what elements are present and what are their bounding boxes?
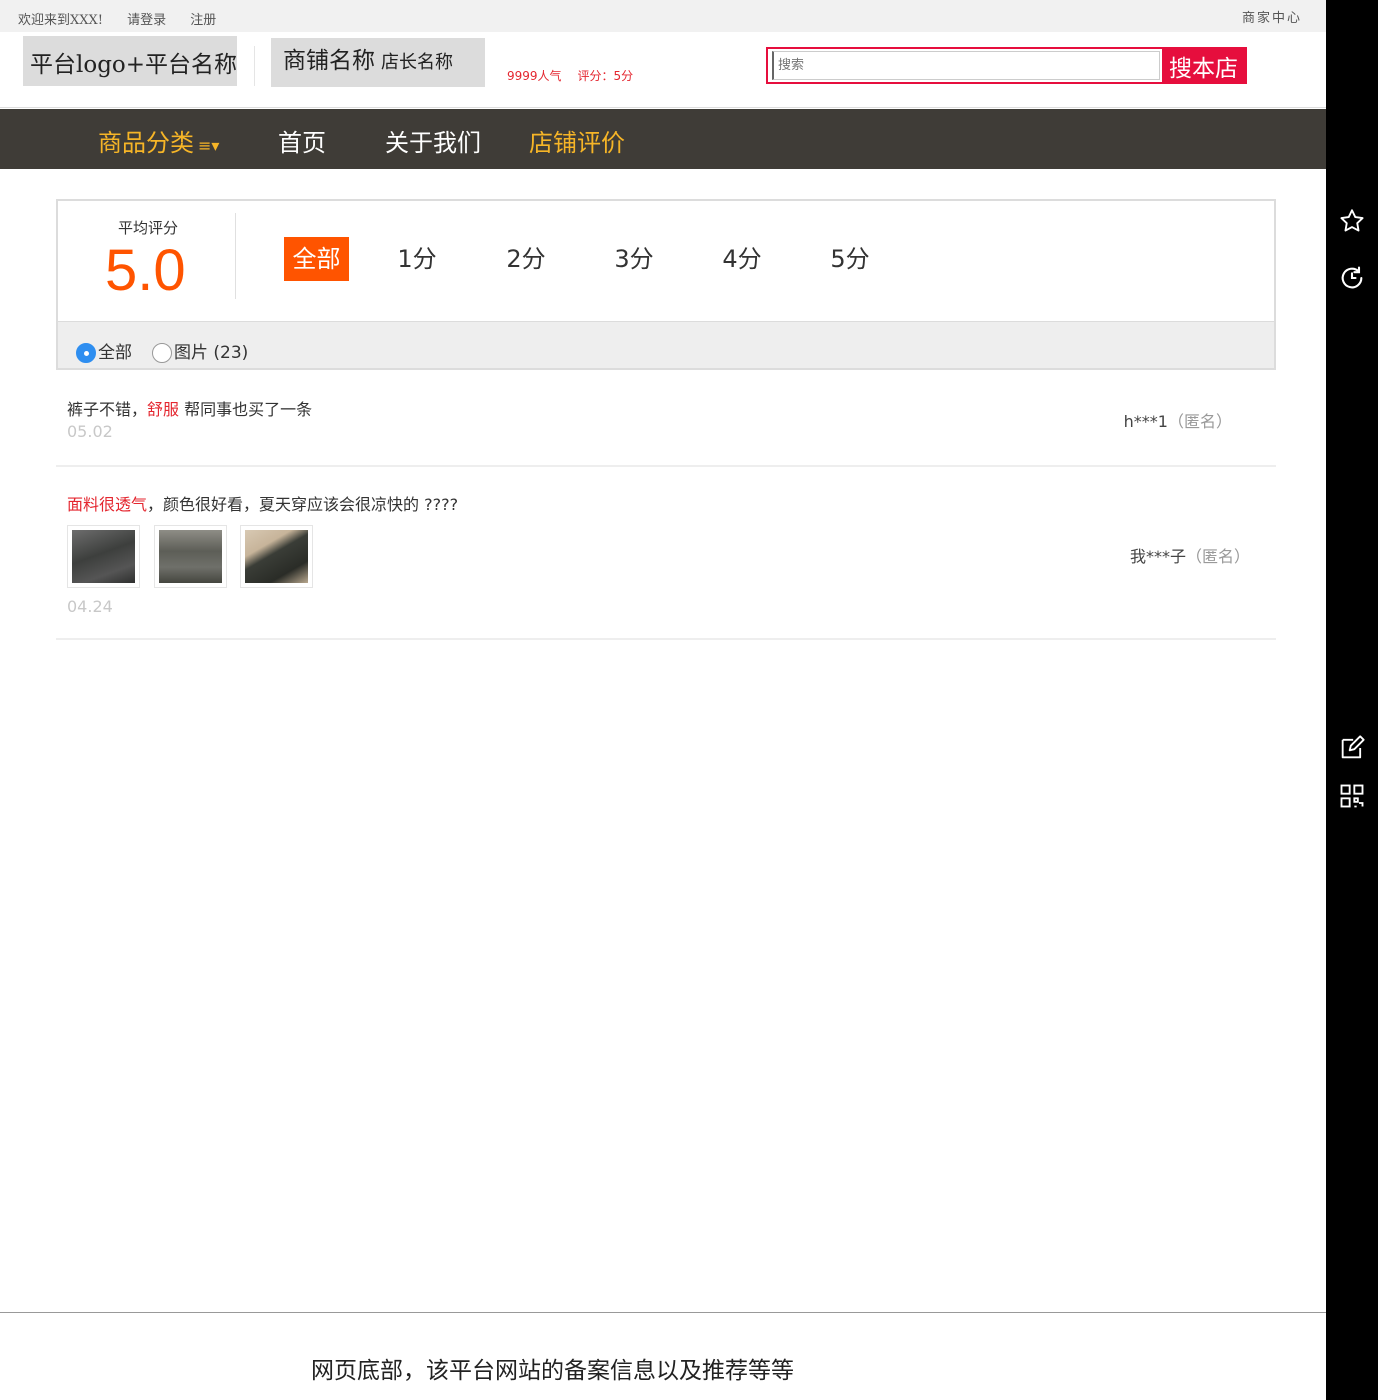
search-shop-button[interactable]: 搜本店 [1162, 49, 1245, 82]
popularity-count: 9999人气 [507, 69, 562, 83]
login-link[interactable]: 请登录 [127, 13, 166, 28]
review-user: h***1（匿名） [1124, 408, 1232, 432]
rating-summary: 平均评分 5.0 全部 1分 2分 3分 4分 5分 [56, 199, 1276, 323]
header: 平台logo+平台名称 商铺名称店长名称 9999人气 评分：5分 搜本店 [0, 32, 1326, 108]
welcome-text: 欢迎来到XXX! [18, 13, 103, 28]
review-photo-2[interactable] [154, 525, 227, 588]
edit-icon[interactable] [1338, 734, 1366, 762]
radio-unchecked-icon [152, 343, 172, 363]
radio-label: 全部 [98, 343, 132, 363]
review-text-part: 裤子不错， [67, 400, 148, 419]
panel-divider [235, 213, 236, 299]
merchant-center-link[interactable]: 商家中心 [1242, 7, 1302, 26]
anonymous-tag: （匿名） [1167, 412, 1232, 431]
review-highlight: 舒服 [147, 400, 180, 419]
anonymous-tag: （匿名） [1185, 547, 1250, 566]
radio-checked-icon [76, 343, 96, 363]
radio-label: 图片 (23) [174, 343, 249, 363]
header-divider [254, 46, 255, 86]
right-sidebar [1326, 0, 1378, 1400]
review-text-part: 帮同事也买了一条 [179, 400, 313, 419]
review-photo-3[interactable] [240, 525, 313, 588]
nav-item-label: 商品分类 [98, 129, 194, 157]
menu-dropdown-icon: ≡▾ [198, 136, 220, 155]
radio-with-images[interactable]: 图片 (23) [152, 338, 248, 363]
register-link[interactable]: 注册 [190, 13, 216, 28]
review-user: 我***子（匿名） [1130, 543, 1250, 567]
average-rating-score: 5.0 [105, 238, 186, 303]
review-date: 05.02 [67, 422, 113, 441]
shop-rating: 评分：5分 [577, 69, 634, 83]
search-bar: 搜本店 [766, 47, 1247, 84]
average-rating-label: 平均评分 [118, 219, 179, 237]
review-username: h***1 [1123, 412, 1168, 431]
review-photo-1[interactable] [67, 525, 140, 588]
owner-name: 店长名称 [381, 52, 453, 73]
review-date: 04.24 [67, 597, 113, 616]
footer-text: 网页底部，该平台网站的备案信息以及推荐等等 [311, 1358, 794, 1384]
top-bar-links: 欢迎来到XXX! 请登录 注册 [18, 9, 236, 28]
review-item: 面料很透气，颜色很好看，夏天穿应该会很凉快的 ???? 04.24 我***子（… [56, 467, 1276, 640]
nav-item-shop-reviews[interactable]: 店铺评价 [529, 123, 625, 158]
review-text-part: ，颜色很好看，夏天穿应该会很凉快的 ???? [147, 495, 459, 514]
search-input[interactable] [772, 51, 1160, 80]
radio-all[interactable]: 全部 [76, 338, 132, 363]
shop-stats: 9999人气 评分：5分 [507, 67, 649, 84]
filter-4-star[interactable]: 4分 [717, 237, 767, 281]
refresh-icon[interactable] [1338, 264, 1366, 292]
top-bar: 欢迎来到XXX! 请登录 注册 商家中心 [0, 0, 1326, 32]
filter-2-star[interactable]: 2分 [501, 237, 551, 281]
filter-1-star[interactable]: 1分 [392, 237, 442, 281]
shop-info: 商铺名称 店长名称 [271, 38, 485, 87]
filter-3-star[interactable]: 3分 [609, 237, 659, 281]
review-item: 裤子不错，舒服 帮同事也买了一条 05.02 h***1（匿名） [56, 370, 1276, 467]
star-icon[interactable] [1338, 207, 1366, 235]
review-highlight: 面料很透气 [67, 495, 148, 514]
qrcode-icon[interactable] [1338, 782, 1366, 810]
platform-logo[interactable]: 平台logo+平台名称 [23, 36, 237, 86]
nav-item-about[interactable]: 关于我们 [385, 123, 481, 158]
nav-item-home[interactable]: 首页 [278, 123, 326, 158]
footer-divider [0, 1312, 1326, 1313]
filter-all[interactable]: 全部 [284, 237, 349, 281]
filter-5-star[interactable]: 5分 [825, 237, 875, 281]
shop-name: 商铺名称 [283, 48, 375, 74]
review-username: 我***子 [1129, 547, 1186, 566]
nav-item-categories[interactable]: 商品分类 ≡▾ [98, 123, 219, 158]
review-type-bar: 全部 图片 (23) [56, 322, 1276, 370]
review-text: 面料很透气，颜色很好看，夏天穿应该会很凉快的 ???? [67, 491, 458, 515]
main-nav: 商品分类 ≡▾ 首页 关于我们 店铺评价 [0, 109, 1326, 169]
review-text: 裤子不错，舒服 帮同事也买了一条 [67, 396, 312, 420]
